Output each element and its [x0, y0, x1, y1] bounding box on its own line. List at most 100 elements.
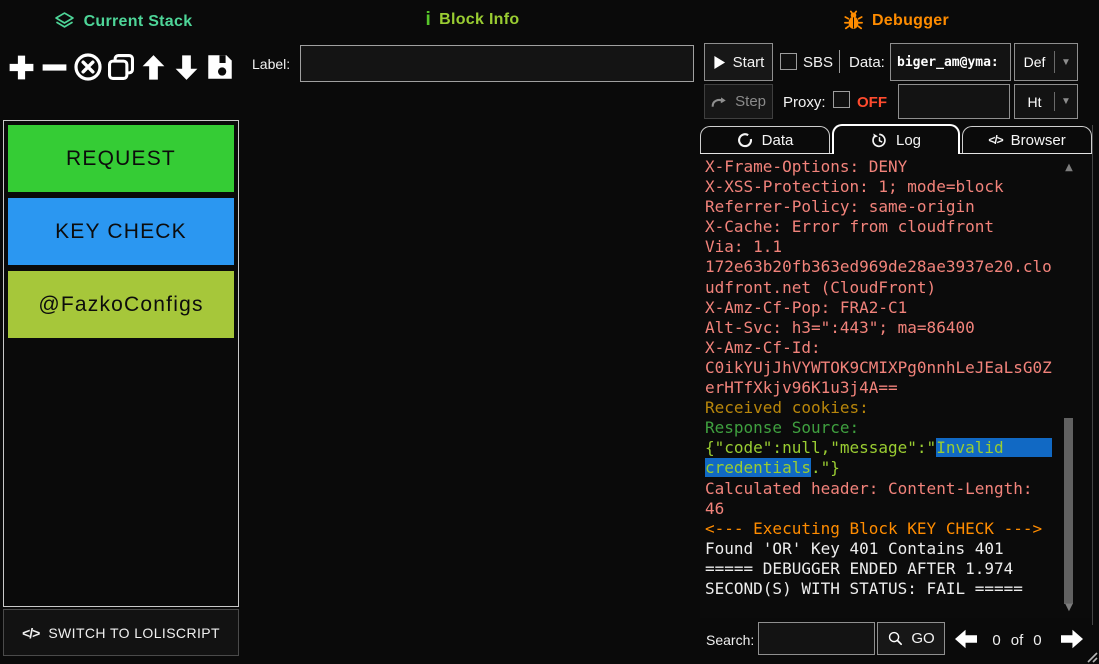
- add-icon: [6, 52, 37, 83]
- log-line: udfront.net (CloudFront): [705, 278, 1092, 298]
- log-line: {"code":null,"message":"Invalid: [705, 438, 1092, 458]
- openbullet-stacker-window: Current Stack: [0, 0, 1099, 664]
- play-icon: [713, 55, 726, 70]
- step-label: Step: [735, 93, 766, 110]
- add-block-button[interactable]: [5, 45, 38, 89]
- current-stack-title: Current Stack: [84, 13, 193, 31]
- move-up-icon: [139, 53, 168, 82]
- stack-block[interactable]: REQUEST: [7, 124, 235, 193]
- debugger-tabs: Data Log </> Browser: [700, 124, 1092, 154]
- log-line: erHTfXkjv96K1u3j4A==: [705, 378, 1092, 398]
- log-line: 46: [705, 499, 1092, 519]
- stack-block[interactable]: KEY CHECK: [7, 197, 235, 266]
- sbs-checkbox[interactable]: [780, 53, 797, 70]
- start-label: Start: [733, 54, 765, 71]
- tab-log[interactable]: Log: [832, 124, 960, 154]
- log-scrollbar: ▲ ▼: [1062, 156, 1076, 618]
- search-icon: [887, 630, 904, 647]
- proxy-label: Proxy:: [783, 88, 826, 116]
- history-icon: [871, 132, 888, 149]
- tab-data[interactable]: Data: [700, 126, 830, 153]
- clone-icon: [105, 51, 137, 83]
- block-info-header: i Block Info: [245, 10, 700, 29]
- debugger-header: Debugger: [700, 10, 1092, 31]
- search-total: 0: [1033, 632, 1041, 649]
- layers-icon: [53, 10, 76, 33]
- debugger-log[interactable]: X-Frame-Options: DENYX-XSS-Protection: 1…: [700, 154, 1092, 618]
- info-icon: i: [426, 10, 432, 29]
- search-counter: 0 of 0: [984, 620, 1050, 660]
- log-line: X-Amz-Cf-Pop: FRA2-C1: [705, 298, 1092, 318]
- previous-match-button[interactable]: [950, 626, 982, 652]
- log-line: Via: 1.1: [705, 237, 1092, 257]
- switch-to-loliscript-button[interactable]: </> SWITCH TO LOLISCRIPT: [3, 609, 239, 656]
- log-line: Received cookies:: [705, 398, 1092, 418]
- panel-divider: [1092, 125, 1093, 625]
- resize-grip-icon: [1084, 649, 1098, 663]
- debugger-title: Debugger: [872, 12, 949, 30]
- proxy-status: OFF: [857, 88, 887, 116]
- wordlist-type-value: Def: [1015, 54, 1054, 70]
- code-icon: </>: [988, 133, 1002, 147]
- log-line: <--- Executing Block KEY CHECK --->: [705, 519, 1092, 539]
- move-down-button[interactable]: [170, 45, 203, 89]
- log-line: X-Amz-Cf-Id:: [705, 338, 1092, 358]
- wordlist-type-dropdown[interactable]: Def ▼: [1014, 43, 1078, 81]
- stack-toolbar: [5, 44, 241, 90]
- proxy-type-dropdown[interactable]: Ht ▼: [1014, 84, 1078, 119]
- log-line: Referrer-Policy: same-origin: [705, 197, 1092, 217]
- log-line: Alt-Svc: h3=":443"; ma=86400: [705, 318, 1092, 338]
- save-stack-button[interactable]: [203, 45, 236, 89]
- clone-block-button[interactable]: [104, 45, 137, 89]
- clear-stack-button[interactable]: [71, 45, 104, 89]
- stack-block[interactable]: @FazkoConfigs: [7, 270, 235, 339]
- step-arrow-icon: [711, 95, 728, 109]
- search-input[interactable]: [758, 622, 875, 655]
- sbs-label: SBS: [803, 48, 833, 76]
- search-current: 0: [992, 632, 1000, 649]
- step-button[interactable]: Step: [704, 84, 773, 119]
- log-line: credentials."}: [705, 458, 1092, 478]
- arrow-left-icon: [952, 628, 980, 650]
- log-content: X-Frame-Options: DENYX-XSS-Protection: 1…: [705, 157, 1092, 599]
- save-icon: [204, 51, 236, 83]
- log-line: C0ikYUjJhVYWTOK9CMIXPg0nnhLeJEaLsG0Z: [705, 358, 1092, 378]
- chevron-down-icon: ▼: [1055, 96, 1077, 107]
- data-input[interactable]: biger_am@yma:: [890, 43, 1011, 81]
- stack-blocks: REQUESTKEY CHECK@FazkoConfigs: [7, 124, 235, 339]
- log-line: SECOND(S) WITH STATUS: FAIL =====: [705, 579, 1092, 599]
- scroll-up-icon[interactable]: ▲: [1062, 160, 1076, 176]
- search-label: Search:: [706, 620, 754, 660]
- proxy-input[interactable]: [898, 84, 1010, 119]
- tab-data-label: Data: [762, 132, 794, 149]
- resize-grip[interactable]: [1084, 649, 1098, 663]
- label-input[interactable]: [300, 45, 694, 82]
- log-line: X-Frame-Options: DENY: [705, 157, 1092, 177]
- move-up-button[interactable]: [137, 45, 170, 89]
- log-line: X-XSS-Protection: 1; mode=block: [705, 177, 1092, 197]
- clear-icon: [72, 51, 104, 83]
- stack-panel: REQUESTKEY CHECK@FazkoConfigs: [3, 120, 239, 607]
- proxy-checkbox[interactable]: [833, 91, 850, 108]
- data-label: Data:: [849, 48, 885, 76]
- scrollbar-thumb[interactable]: [1064, 418, 1073, 604]
- remove-block-button[interactable]: [38, 45, 71, 89]
- log-line: Response Source:: [705, 418, 1092, 438]
- label-caption: Label:: [252, 45, 290, 82]
- start-button[interactable]: Start: [704, 43, 773, 81]
- debugger-panel: Debugger Start SBS Data: biger_am@yma: D…: [700, 0, 1099, 664]
- log-line: X-Cache: Error from cloudfront: [705, 217, 1092, 237]
- log-line: ===== DEBUGGER ENDED AFTER 1.974: [705, 559, 1092, 579]
- scroll-down-icon[interactable]: ▼: [1062, 600, 1076, 616]
- move-down-icon: [172, 53, 201, 82]
- tab-log-label: Log: [896, 132, 921, 149]
- tab-browser[interactable]: </> Browser: [962, 126, 1092, 153]
- controls-separator: [839, 50, 840, 73]
- arrow-right-icon: [1058, 628, 1086, 650]
- code-icon: </>: [22, 625, 39, 641]
- bug-icon: [843, 10, 864, 31]
- search-go-button[interactable]: GO: [877, 622, 945, 655]
- log-line: 172e63b20fb363ed969de28ae3937e20.clo: [705, 257, 1092, 277]
- data-circle-icon: [737, 132, 754, 149]
- remove-icon: [39, 52, 70, 83]
